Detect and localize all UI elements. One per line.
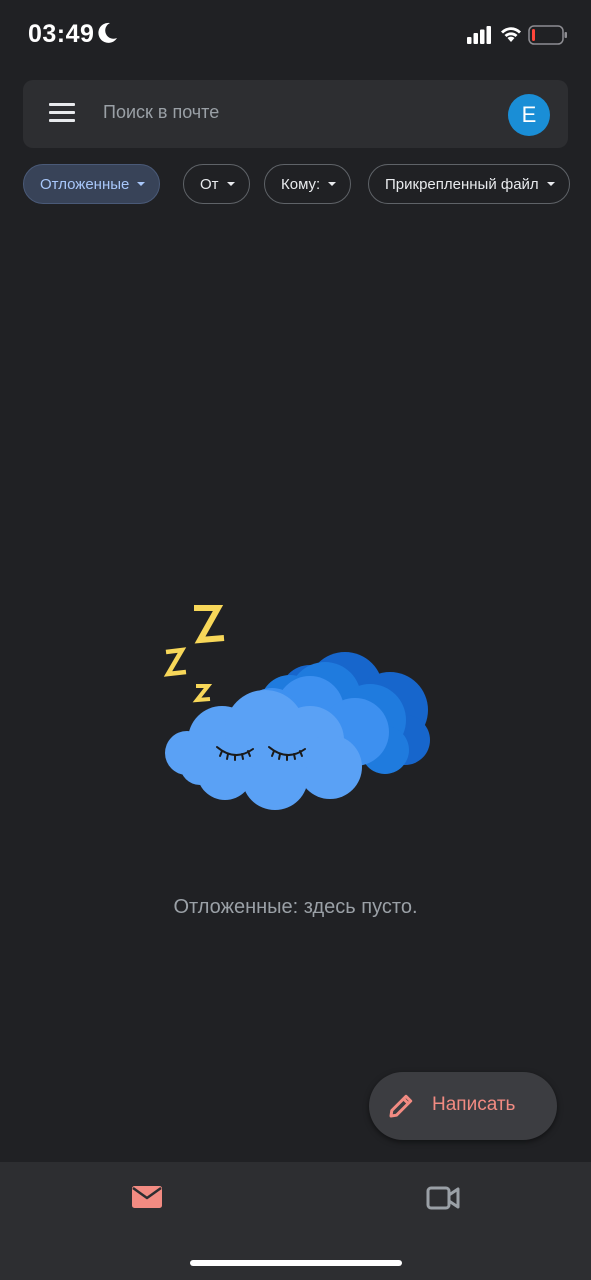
dropdown-arrow-icon [328, 182, 337, 186]
menu-button[interactable] [49, 102, 77, 124]
sleeping-cloud-illustration [163, 605, 430, 810]
bottom-nav [0, 1162, 591, 1280]
filter-chip-snoozed[interactable]: Отложенные [23, 164, 161, 204]
compose-label: Написать [432, 1094, 516, 1115]
empty-state-message: Отложенные: здесь пусто. [173, 896, 418, 918]
filter-chip-from[interactable]: От [183, 164, 250, 204]
z-letter-small [192, 684, 213, 703]
pencil-icon [389, 1094, 413, 1118]
home-indicator[interactable] [190, 1260, 402, 1266]
hamburger-icon [49, 111, 75, 114]
dropdown-arrow-icon [226, 182, 235, 186]
compose-button[interactable]: Написать [369, 1072, 557, 1140]
z-letter-medium [163, 647, 187, 677]
z-letter-large [194, 605, 225, 644]
filter-chip-attachment[interactable]: Прикрепленный файл [368, 164, 570, 204]
avatar[interactable]: E [508, 94, 550, 136]
filter-chip-label: Отложенные [40, 175, 130, 193]
search-bar[interactable]: Поиск в почте E [23, 80, 568, 148]
filter-chip-label: От [200, 175, 219, 193]
dropdown-arrow-icon [546, 182, 555, 186]
hamburger-icon [49, 103, 75, 106]
battery-icon [528, 25, 567, 45]
filter-chip-label: Кому: [281, 175, 321, 193]
wifi-icon [501, 27, 521, 42]
hamburger-icon [49, 119, 75, 122]
filter-chip-to[interactable]: Кому: [264, 164, 352, 204]
moon-icon [98, 22, 117, 43]
signal-icon [467, 26, 491, 44]
mail-icon[interactable] [130, 1184, 164, 1210]
search-input[interactable]: Поиск в почте [103, 102, 219, 123]
filter-chip-label: Прикрепленный файл [385, 175, 539, 193]
dropdown-arrow-icon [137, 182, 146, 186]
status-time: 03:49 [28, 20, 95, 48]
video-icon[interactable] [425, 1184, 461, 1212]
